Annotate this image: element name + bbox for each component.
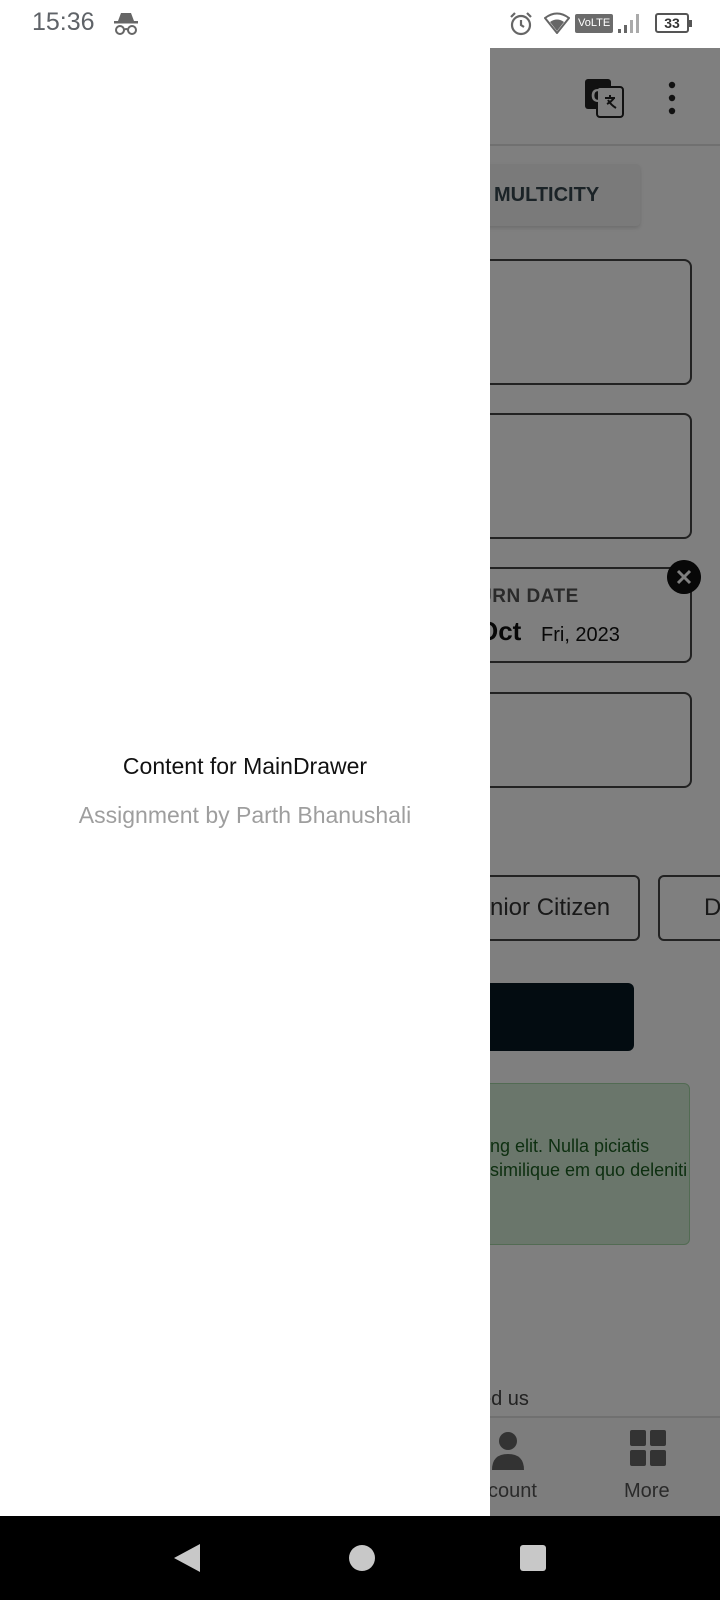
battery-icon: 33 xyxy=(655,13,692,33)
back-icon[interactable] xyxy=(172,1542,202,1574)
alarm-icon xyxy=(510,12,532,36)
recents-icon[interactable] xyxy=(520,1545,546,1571)
wifi-icon xyxy=(544,12,570,34)
system-navigation-bar xyxy=(0,1516,720,1600)
volte-badge: VoLTE xyxy=(575,14,614,33)
status-time: 15:36 xyxy=(32,8,95,36)
incognito-icon xyxy=(114,13,138,35)
status-bar: 15:36 VoLTE 33 xyxy=(0,0,720,48)
signal-icon xyxy=(618,14,639,33)
home-icon[interactable] xyxy=(349,1545,375,1571)
drawer-title: Content for MainDrawer xyxy=(122,753,368,779)
drawer-subtitle: Assignment by Parth Bhanushali xyxy=(78,802,412,828)
main-drawer: Content for MainDrawer Assignment by Par… xyxy=(0,48,490,1516)
